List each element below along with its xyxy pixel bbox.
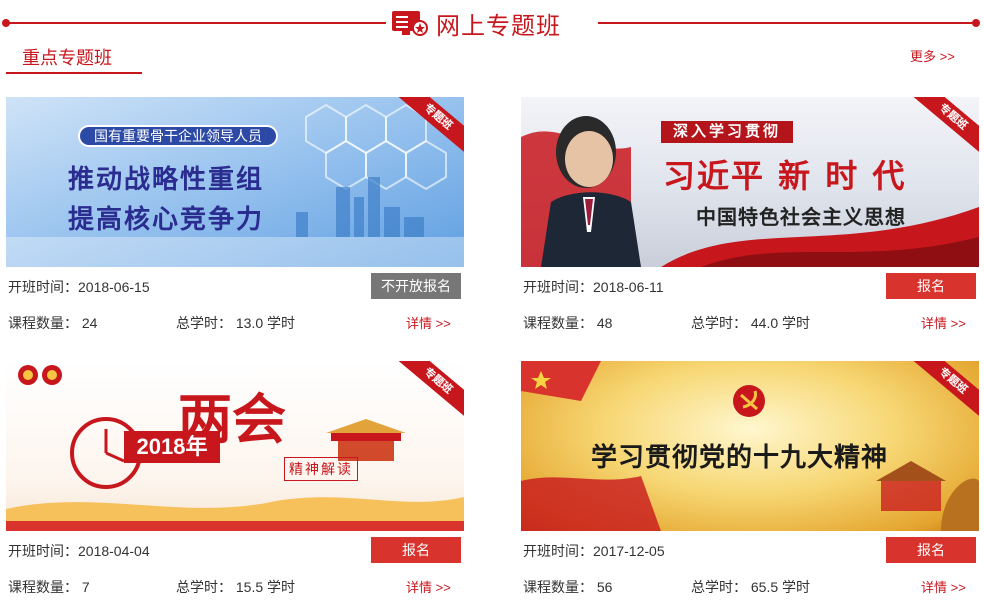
course-count: 课程数量： 56 [523, 579, 613, 595]
course-card: 2018年 两会 精神解读 专题班 开班时间：2018-04-04 报名 课程数… [6, 361, 464, 601]
more-link[interactable]: 更多 >> [910, 46, 955, 65]
course-card: 学习贯彻党的十九大精神 专题班 开班时间：2017-12-05 报名 课程数量：… [521, 361, 979, 601]
banner-subtitle: 深入学习贯彻 [661, 121, 793, 143]
banner-headline: 提高核心竞争力 [68, 204, 265, 234]
enroll-button[interactable]: 报名 [886, 273, 976, 299]
banner-headline: 精神解读 [284, 457, 358, 481]
banner-headline: 学习贯彻党的十九大精神 [591, 442, 889, 472]
header-divider-left [2, 19, 386, 27]
enroll-button[interactable]: 报名 [886, 537, 976, 563]
banner-headline: 两会 [178, 387, 286, 451]
start-date: 开班时间：2018-06-15 [8, 279, 150, 295]
page-title: 网上专题班 [436, 12, 561, 40]
course-banner[interactable]: 深入学习贯彻 习近平 新 时 代 中国特色社会主义思想 专题班 [521, 97, 979, 267]
total-hours: 总学时： 44.0 学时 [691, 315, 811, 331]
screen-icon [390, 8, 428, 38]
details-link[interactable]: 详情 >> [921, 577, 966, 596]
page-header: 网上专题班 [0, 0, 984, 44]
banner-subtitle: 国有重要骨干企业领导人员 [78, 125, 278, 147]
total-hours: 总学时： 65.5 学时 [691, 579, 811, 595]
details-link[interactable]: 详情 >> [921, 313, 966, 332]
start-date: 开班时间：2018-04-04 [8, 543, 150, 559]
banner-headline: 习近平 新 时 代 [663, 157, 907, 195]
header-title-group: 网上专题班 [390, 6, 561, 40]
course-card: 国有重要骨干企业领导人员 推动战略性重组 提高核心竞争力 专题班 开班时间：20… [6, 97, 464, 337]
enroll-button[interactable]: 报名 [371, 537, 461, 563]
start-date: 开班时间：2018-06-11 [523, 279, 664, 295]
start-date: 开班时间：2017-12-05 [523, 543, 665, 559]
section-underline [6, 72, 142, 74]
course-count: 课程数量： 48 [523, 315, 613, 331]
course-banner[interactable]: 学习贯彻党的十九大精神 专题班 [521, 361, 979, 531]
details-link[interactable]: 详情 >> [406, 313, 451, 332]
details-link[interactable]: 详情 >> [406, 577, 451, 596]
total-hours: 总学时： 13.0 学时 [176, 315, 296, 331]
course-banner[interactable]: 国有重要骨干企业领导人员 推动战略性重组 提高核心竞争力 专题班 [6, 97, 464, 267]
banner-headline: 中国特色社会主义思想 [696, 207, 906, 229]
course-count: 课程数量： 7 [8, 579, 90, 595]
course-banner[interactable]: 2018年 两会 精神解读 专题班 [6, 361, 464, 531]
total-hours: 总学时： 15.5 学时 [176, 579, 296, 595]
course-card: 深入学习贯彻 习近平 新 时 代 中国特色社会主义思想 专题班 开班时间：201… [521, 97, 979, 337]
header-divider-right [598, 19, 980, 27]
enroll-button[interactable]: 不开放报名 [371, 273, 461, 299]
course-count: 课程数量： 24 [8, 315, 98, 331]
section-title: 重点专题班 [22, 48, 112, 68]
banner-headline: 推动战略性重组 [68, 164, 265, 194]
